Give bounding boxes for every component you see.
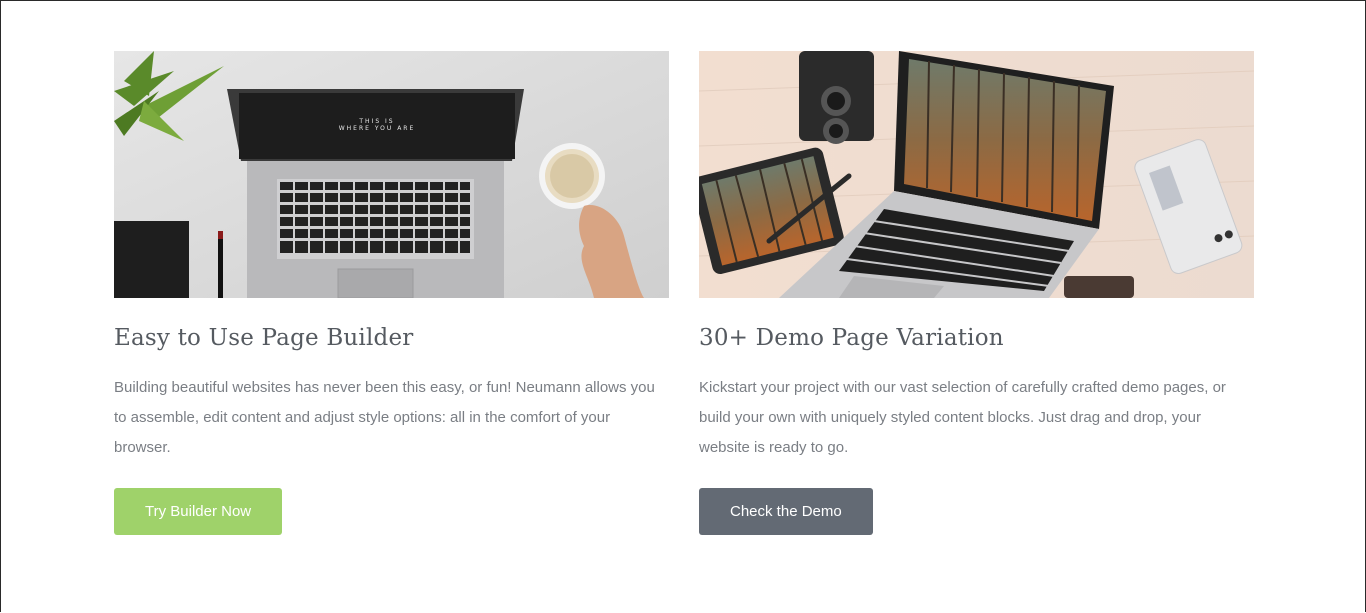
- svg-text:WHERE YOU ARE: WHERE YOU ARE: [339, 125, 416, 132]
- feature-title: Easy to Use Page Builder: [114, 325, 414, 351]
- feature-demo-pages: 30+ Demo Page Variation Kickstart your p…: [699, 51, 1254, 535]
- try-builder-button[interactable]: Try Builder Now: [114, 488, 283, 535]
- page-frame: THIS IS WHERE YOU ARE Easy to Use Page B…: [0, 0, 1366, 612]
- feature-description: Building beautiful websites has never be…: [114, 379, 655, 456]
- devices-forest-photo: [699, 51, 1254, 298]
- check-demo-button[interactable]: Check the Demo: [699, 488, 873, 535]
- screen-text: THIS IS: [358, 118, 394, 125]
- feature-page-builder: THIS IS WHERE YOU ARE Easy to Use Page B…: [114, 51, 669, 535]
- feature-description: Kickstart your project with our vast sel…: [699, 379, 1226, 456]
- feature-title: 30+ Demo Page Variation: [699, 325, 1004, 351]
- laptop-desk-photo: THIS IS WHERE YOU ARE: [114, 51, 669, 298]
